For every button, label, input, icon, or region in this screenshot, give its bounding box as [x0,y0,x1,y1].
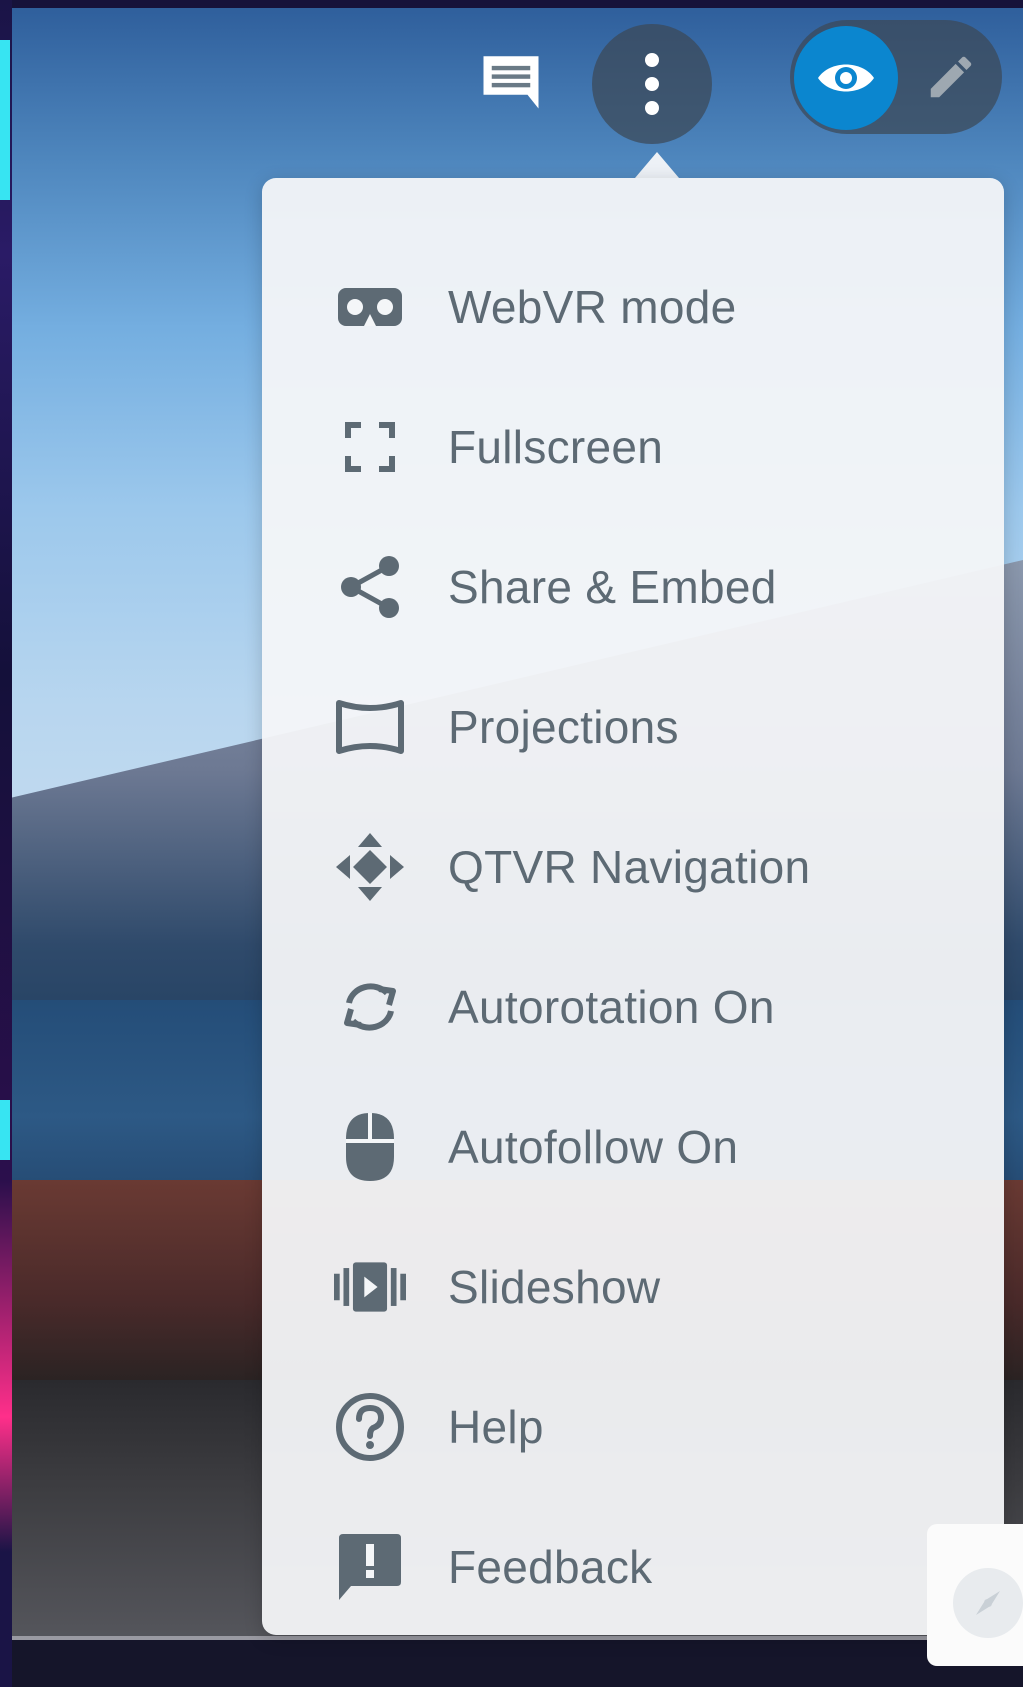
viewer-bottom-bar [0,1640,1023,1687]
menu-item-label: Autofollow On [448,1121,739,1173]
vr-goggles-icon [334,271,406,343]
menu-item-feedback[interactable]: Feedback [262,1497,1004,1637]
menu-item-label: QTVR Navigation [448,841,811,893]
menu-item-label: Autorotation On [448,981,775,1033]
mouse-icon [334,1111,406,1183]
menu-item-projections[interactable]: Projections [262,657,1004,797]
comment-icon [483,56,539,109]
move-arrows-icon [334,831,406,903]
menu-item-label: Share & Embed [448,561,777,613]
pencil-icon [930,56,972,98]
menu-item-autorotation[interactable]: Autorotation On [262,937,1004,1077]
view-mode-button[interactable] [794,26,898,130]
slideshow-icon [334,1251,406,1323]
edit-mode-button[interactable] [906,30,996,124]
autorotate-icon [334,971,406,1043]
more-options-button[interactable] [592,24,712,144]
menu-item-slideshow[interactable]: Slideshow [262,1217,1004,1357]
menu-item-label: Slideshow [448,1261,661,1313]
compass-icon [976,1591,1000,1615]
fullscreen-icon [334,411,406,483]
feedback-icon [334,1531,406,1603]
page-edge-accent-lower [0,1100,10,1160]
menu-item-qtvr-navigation[interactable]: QTVR Navigation [262,797,1004,937]
help-icon [334,1391,406,1463]
page-left-edge [0,0,12,1687]
menu-item-label: WebVR mode [448,281,737,333]
projection-icon [334,691,406,763]
menu-item-webvr[interactable]: WebVR mode [262,237,1004,377]
more-vertical-icon [645,53,659,115]
menu-item-label: Feedback [448,1541,653,1593]
menu-item-fullscreen[interactable]: Fullscreen [262,377,1004,517]
menu-item-help[interactable]: Help [262,1357,1004,1497]
menu-item-label: Projections [448,701,679,753]
menu-item-label: Help [448,1401,544,1453]
mode-toggle[interactable] [790,20,1002,134]
comments-button[interactable] [476,46,546,116]
compass-panel [927,1524,1023,1666]
menu-item-autofollow[interactable]: Autofollow On [262,1077,1004,1217]
eye-icon [818,64,874,92]
options-menu: WebVR mode Fullscreen Share & Embed Proj… [262,178,1004,1635]
compass-button[interactable] [953,1568,1023,1638]
share-icon [334,551,406,623]
page-edge-accent [0,40,10,200]
menu-caret [635,152,679,178]
menu-item-share-embed[interactable]: Share & Embed [262,517,1004,657]
menu-item-label: Fullscreen [448,421,664,473]
